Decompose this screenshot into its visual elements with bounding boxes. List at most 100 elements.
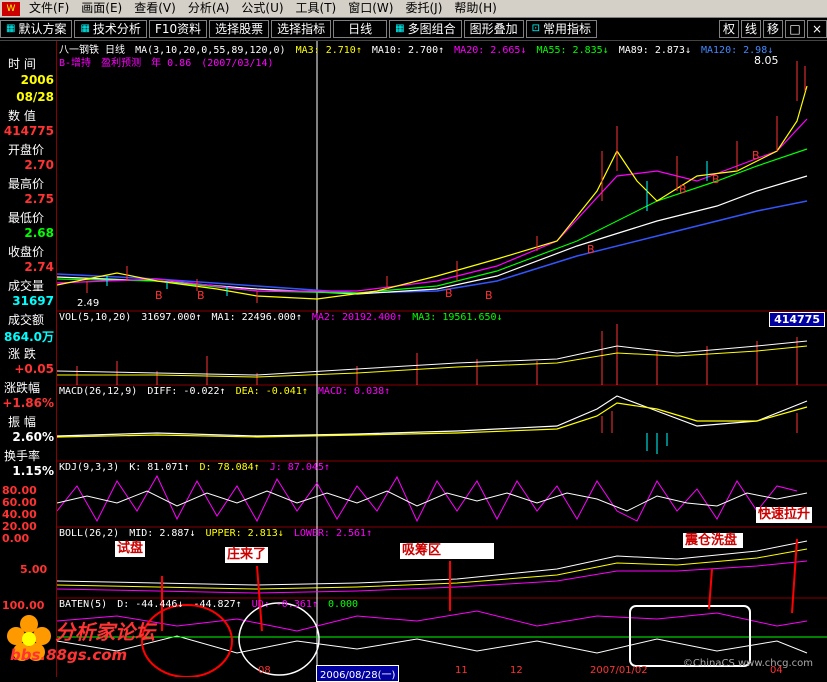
high-label: 最高价 (8, 177, 45, 191)
vol-pane-header: VOL(5,10,20) 31697.000↑ MA1: 22496.000↑ … (59, 312, 507, 323)
macd-params: MACD(26,12,9) (59, 386, 138, 397)
f10-label: F10资料 (154, 22, 202, 36)
ma3-value: MA3: 2.710↑ (295, 45, 362, 56)
low-price-tag: 2.49 (77, 298, 100, 309)
select-stock-label: 选择股票 (215, 22, 264, 36)
ma-white (56, 175, 808, 295)
vol-params: VOL(5,10,20) (59, 312, 132, 323)
watermark-title: 分析家论坛 (55, 620, 155, 644)
lock-icon: ⊡ (531, 23, 541, 34)
toolbar: ▦ 默认方案 ▦ 技术分析 F10资料 选择股票 选择指标 日线 ▦ 多图组合 图形叠… (0, 18, 827, 41)
menu-file[interactable]: 文件(F) (23, 0, 75, 17)
kdj-pane-header: KDJ(9,3,3) K: 81.071↑ D: 78.084↑ J: 87.0… (59, 462, 334, 473)
select-stock-button[interactable]: 选择股票 (209, 20, 270, 38)
vol-value: 31697 (12, 294, 54, 308)
chart-area[interactable]: BBB BBB BB 八一钢铁 日线 MA(3,10,20,0,55,89,12… (56, 41, 827, 678)
forecast-date: (2007/03/14) (201, 58, 274, 69)
boll-mid: MID: 2.887↓ (129, 528, 196, 539)
macd-dea: DEA: -0.041↑ (235, 386, 308, 397)
xtick-12: 12 (510, 665, 523, 676)
low-value: 2.68 (24, 226, 54, 240)
amplitude-value: 2.60% (12, 430, 54, 444)
menu-bar: W 文件(F) 画面(E) 查看(V) 分析(A) 公式(U) 工具(T) 窗口… (0, 0, 827, 18)
overlay-button[interactable]: 图形叠加 (463, 20, 524, 38)
amplitude-label: 振 幅 (8, 415, 36, 429)
move-button[interactable]: 移 (763, 20, 783, 38)
vol-ma1: MA1: 22496.000↑ (211, 312, 302, 323)
boll-params: BOLL(26,2) (59, 528, 120, 539)
watermark-right: ©ChinaCS www.chcg.com (682, 658, 813, 669)
f10-button[interactable]: F10资料 (148, 20, 208, 38)
svg-text:B: B (712, 173, 720, 186)
line-button[interactable]: 线 (741, 20, 761, 38)
ma89-value: MA89: 2.873↓ (618, 45, 691, 56)
watermark-logo: 分析家论坛 bbs.88gs.com (0, 598, 230, 677)
common-indicator-button[interactable]: ⊡ 常用指标 (525, 20, 598, 38)
daily-button[interactable]: 日线 (333, 20, 388, 38)
close-value: 2.74 (24, 260, 54, 274)
high-value: 2.75 (24, 192, 54, 206)
menu-view-screen[interactable]: 画面(E) (75, 0, 128, 17)
pct-label: 涨跌幅 (4, 381, 41, 395)
select-indicator-button[interactable]: 选择指标 (271, 20, 332, 38)
xtick-08: 08 (258, 665, 271, 676)
kdj-params: KDJ(9,3,3) (59, 462, 120, 473)
low-label: 最低价 (8, 211, 45, 225)
high-price-tag: 8.05 (754, 54, 779, 67)
ma55-value: MA55: 2.835↓ (536, 45, 609, 56)
menu-formula[interactable]: 公式(U) (235, 0, 289, 17)
default-scheme-button[interactable]: ▦ 默认方案 (0, 20, 73, 38)
ma-magenta (56, 118, 808, 292)
rights-button[interactable]: 权 (719, 20, 739, 38)
menu-view[interactable]: 查看(V) (128, 0, 182, 17)
macd-value: MACD: 0.038↑ (317, 386, 391, 397)
maximize-button[interactable]: □ (785, 20, 805, 38)
close-button[interactable]: × (807, 20, 827, 38)
ma-green (56, 148, 808, 294)
baten-zero: 0.000 (327, 599, 359, 610)
svg-text:B: B (587, 243, 595, 256)
volume-badge: 414775 (769, 312, 825, 327)
grid-icon: ▦ (395, 23, 405, 34)
kdj-axis-0: 0.00 (2, 532, 30, 545)
boll-lower: LOWER: 2.561↑ (293, 528, 373, 539)
date-value: 08/28 (16, 90, 54, 104)
amount-label: 成交额 (8, 313, 45, 327)
forecast-value: 年 0.86 (151, 58, 192, 69)
change-label: 涨 跌 (8, 347, 36, 361)
baten-ud: UD: -0.361↑ (251, 599, 318, 610)
menu-tools[interactable]: 工具(T) (290, 0, 343, 17)
boll-pane-header: BOLL(26,2) MID: 2.887↓ UPPER: 2.813↓ LOW… (59, 528, 376, 539)
date-cursor-tab: 2006/08/28(一) (316, 665, 400, 682)
menu-window[interactable]: 窗口(W) (342, 0, 399, 17)
vol-value: 31697.000↑ (141, 312, 202, 323)
menu-analysis[interactable]: 分析(A) (182, 0, 236, 17)
annotation-shakeout: 震仓洗盘 (683, 533, 743, 548)
amount-value: 864.0万 (4, 330, 54, 344)
close-label: 收盘价 (8, 245, 45, 259)
forecast-label: 盈利预测 (101, 58, 142, 69)
svg-text:B: B (485, 289, 493, 302)
vol-ma3: MA3: 19561.650↓ (412, 312, 503, 323)
tech-analysis-button[interactable]: ▦ 技术分析 (74, 20, 147, 38)
menu-trade[interactable]: 委托(J) (399, 0, 448, 17)
multi-chart-button[interactable]: ▦ 多图组合 (389, 20, 462, 38)
common-indicator-label: 常用指标 (543, 22, 592, 36)
tech-analysis-label: 技术分析 (92, 22, 141, 36)
svg-text:B: B (752, 149, 760, 162)
menu-help[interactable]: 帮助(H) (448, 0, 502, 17)
xtick-2007: 2007/01/02 (590, 665, 648, 676)
rating-line: B-增持 盈利预测 年 0.86 (2007/03/14) (59, 54, 278, 69)
pct-value: +1.86% (2, 396, 54, 410)
turnover-label: 换手率 (4, 449, 41, 463)
kdj-k: K: 81.071↑ (129, 462, 190, 473)
grid-icon: ▦ (6, 23, 16, 34)
annotation-fast-rally: 快速拉升 (756, 507, 813, 523)
change-value: +0.05 (14, 362, 54, 376)
svg-text:B: B (155, 289, 163, 302)
xtick-11: 11 (455, 665, 468, 676)
num-value: 414775 (3, 124, 54, 138)
open-label: 开盘价 (8, 143, 45, 157)
ma-yellow (56, 85, 808, 300)
annotation-accumulation: 吸筹区 (400, 543, 494, 559)
